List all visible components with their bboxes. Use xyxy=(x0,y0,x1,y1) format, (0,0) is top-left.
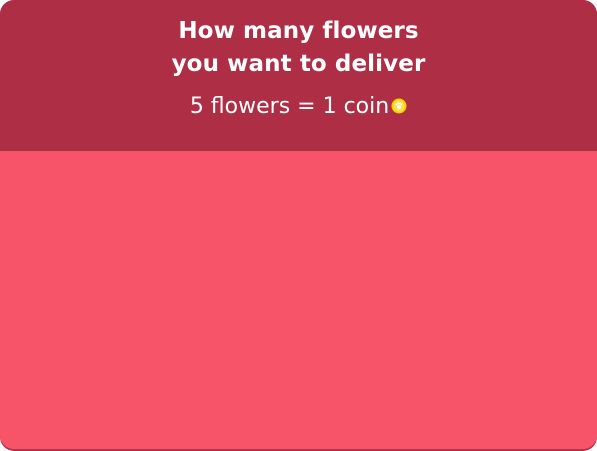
dialog-title: How many flowers you want to deliver xyxy=(0,15,597,81)
dialog-title-line-2: you want to deliver xyxy=(171,51,426,77)
dialog-title-line-1: How many flowers xyxy=(178,18,419,44)
coin-icon xyxy=(391,94,407,114)
flower-delivery-dialog: How many flowers you want to deliver 5 f… xyxy=(0,0,597,449)
dialog-body xyxy=(0,151,597,449)
dialog-header: How many flowers you want to deliver 5 f… xyxy=(0,0,597,151)
exchange-rate: 5 flowers = 1 coin xyxy=(0,93,597,121)
exchange-rate-text: 5 flowers = 1 coin xyxy=(189,94,390,119)
